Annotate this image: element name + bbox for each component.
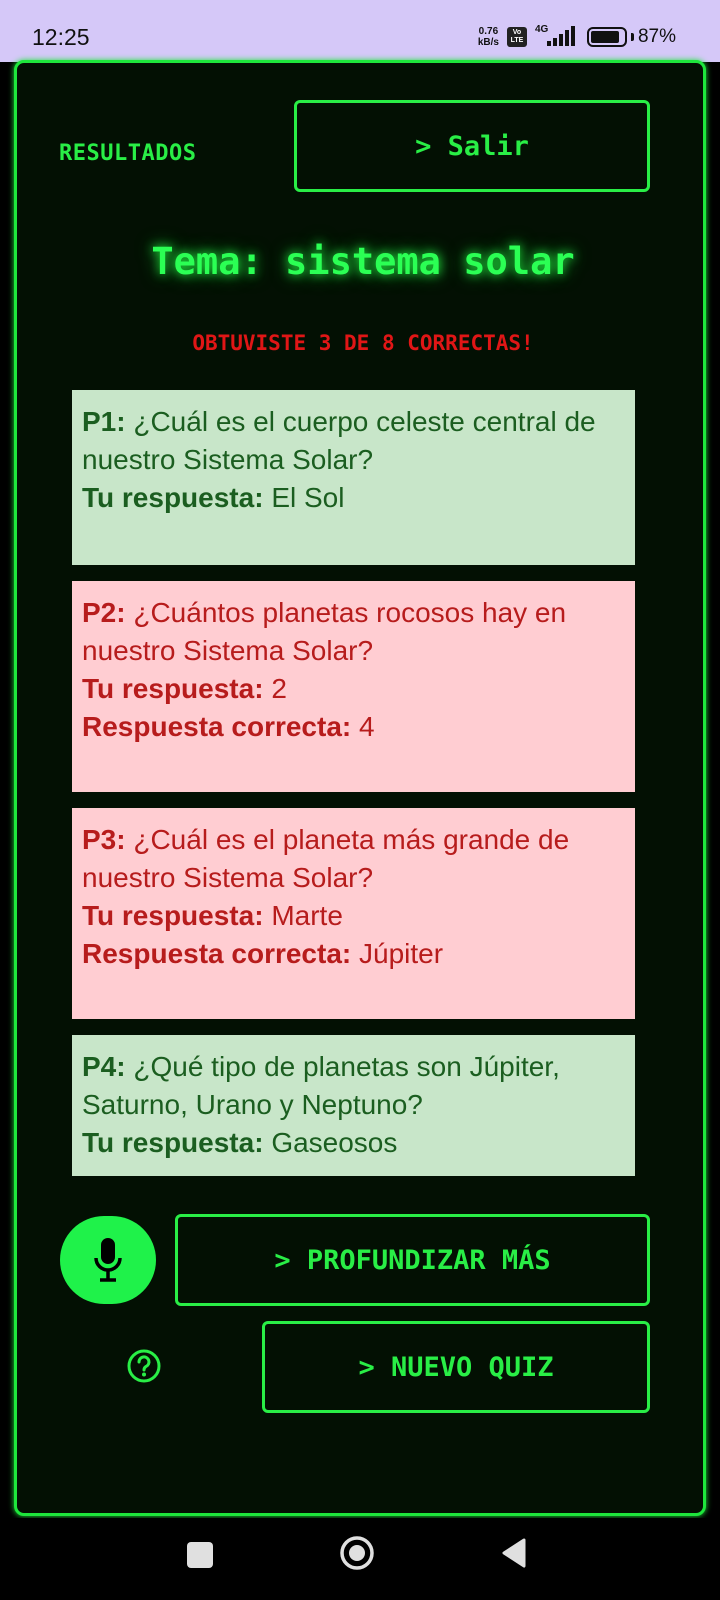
question-number: P3: bbox=[82, 824, 126, 855]
new-quiz-button[interactable]: > NUEVO QUIZ bbox=[262, 1321, 650, 1413]
correct-answer: Respuesta correcta: Júpiter bbox=[82, 935, 626, 973]
status-bar: 12:25 0.76 kB/s Vo LTE 4G 87% bbox=[0, 0, 720, 62]
question-number: P4: bbox=[82, 1051, 126, 1082]
signal-icon: 4G bbox=[535, 24, 579, 48]
volte-bottom: LTE bbox=[510, 37, 524, 44]
network-speed-value: 0.76 bbox=[478, 26, 499, 37]
your-answer: Tu respuesta: El Sol bbox=[82, 479, 626, 517]
question-text: P2: ¿Cuántos planetas rocosos hay en nue… bbox=[82, 594, 626, 670]
deeper-button[interactable]: > PROFUNDIZAR MÁS bbox=[175, 1214, 650, 1306]
back-icon[interactable] bbox=[500, 1537, 528, 1569]
your-answer-value: 2 bbox=[271, 673, 287, 704]
status-time: 12:25 bbox=[32, 24, 90, 50]
results-screen: RESULTADOS > Salir Tema: sistema solar O… bbox=[14, 60, 706, 1516]
microphone-icon bbox=[94, 1238, 122, 1282]
question-body: ¿Cuántos planetas rocosos hay en nuestro… bbox=[82, 597, 567, 666]
question-list[interactable]: P1: ¿Cuál es el cuerpo celeste central d… bbox=[72, 390, 635, 1188]
correct-answer-value: 4 bbox=[359, 711, 375, 742]
navigation-bar bbox=[0, 1518, 720, 1600]
your-answer-label: Tu respuesta: bbox=[82, 900, 264, 931]
home-icon[interactable] bbox=[339, 1535, 375, 1571]
your-answer: Tu respuesta: Marte bbox=[82, 897, 626, 935]
your-answer: Tu respuesta: 2 bbox=[82, 670, 626, 708]
battery-fill bbox=[590, 31, 619, 43]
help-circle-icon[interactable] bbox=[126, 1348, 162, 1384]
your-answer-value: Gaseosos bbox=[271, 1127, 398, 1158]
status-icons: 0.76 kB/s Vo LTE 4G 87% bbox=[478, 24, 676, 50]
question-body: ¿Cuál es el planeta más grande de nuestr… bbox=[82, 824, 570, 893]
question-text: P4: ¿Qué tipo de planetas son Júpiter, S… bbox=[82, 1048, 626, 1124]
network-speed-unit: kB/s bbox=[477, 37, 499, 48]
battery-percent: 87% bbox=[637, 26, 676, 47]
question-card: P1: ¿Cuál es el cuerpo celeste central d… bbox=[72, 390, 635, 565]
page-title: RESULTADOS bbox=[59, 141, 197, 166]
question-number: P1: bbox=[82, 406, 126, 437]
score-text: OBTUVISTE 3 DE 8 CORRECTAS! bbox=[192, 331, 534, 355]
topic-title: Tema: sistema solar bbox=[151, 240, 575, 283]
exit-button[interactable]: > Salir bbox=[294, 100, 650, 192]
battery-tip bbox=[630, 33, 634, 41]
your-answer-value: El Sol bbox=[271, 482, 345, 513]
question-text: P3: ¿Cuál es el planeta más grande de nu… bbox=[82, 821, 626, 897]
question-body: ¿Cuál es el cuerpo celeste central de nu… bbox=[82, 406, 596, 475]
question-card: P3: ¿Cuál es el planeta más grande de nu… bbox=[72, 808, 635, 1019]
your-answer-label: Tu respuesta: bbox=[82, 482, 264, 513]
battery-icon bbox=[586, 27, 627, 47]
recents-icon[interactable] bbox=[187, 1542, 213, 1568]
question-card: P2: ¿Cuántos planetas rocosos hay en nue… bbox=[72, 581, 635, 792]
volte-top: Vo bbox=[512, 29, 522, 36]
your-answer-label: Tu respuesta: bbox=[82, 673, 264, 704]
question-text: P1: ¿Cuál es el cuerpo celeste central d… bbox=[82, 403, 626, 479]
correct-answer-label: Respuesta correcta: bbox=[82, 938, 352, 969]
battery-indicator: 87% bbox=[586, 26, 676, 48]
network-speed: 0.76 kB/s bbox=[478, 26, 499, 48]
correct-answer-label: Respuesta correcta: bbox=[82, 711, 352, 742]
question-body: ¿Qué tipo de planetas son Júpiter, Satur… bbox=[82, 1051, 560, 1120]
correct-answer-value: Júpiter bbox=[359, 938, 444, 969]
your-answer-value: Marte bbox=[271, 900, 343, 931]
your-answer: Tu respuesta: Gaseosos bbox=[82, 1124, 626, 1162]
correct-answer: Respuesta correcta: 4 bbox=[82, 708, 626, 746]
volte-icon: Vo LTE bbox=[506, 27, 527, 47]
question-card: P4: ¿Qué tipo de planetas son Júpiter, S… bbox=[72, 1035, 635, 1176]
microphone-button[interactable] bbox=[60, 1216, 156, 1304]
question-number: P2: bbox=[82, 597, 126, 628]
your-answer-label: Tu respuesta: bbox=[82, 1127, 264, 1158]
